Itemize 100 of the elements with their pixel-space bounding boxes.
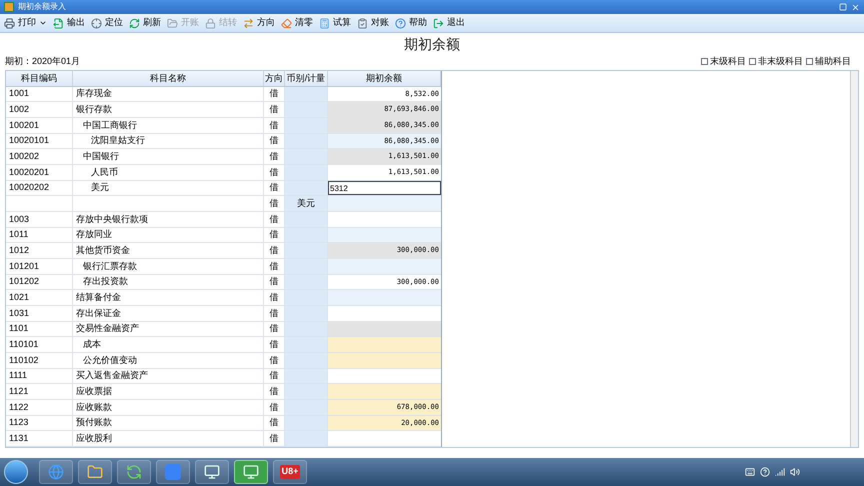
signal-icon[interactable] [775,467,785,477]
direction-cell-text: 借 [270,432,278,446]
volume-icon[interactable] [790,467,800,477]
currency-cell[interactable] [285,306,328,321]
toolbar-button[interactable]: 清零 [281,16,313,30]
direction-cell-text: 借 [270,228,278,242]
account-code: 10020101 [9,134,50,148]
close-button[interactable] [851,2,860,12]
start-button[interactable] [4,460,28,484]
amount-input[interactable]: 5312 [328,181,441,196]
currency-cell[interactable] [285,118,328,133]
keyboard-icon[interactable] [745,467,755,477]
toolbar-button[interactable]: 方向 [243,16,275,30]
export-icon [53,18,64,28]
direction-cell-text: 借 [270,260,278,273]
account-code: 1001 [9,87,30,100]
taskbar-app[interactable] [234,460,268,484]
crosshair-icon [91,18,102,28]
account-code: 101201 [9,260,40,273]
currency-cell[interactable] [285,102,328,118]
currency-cell[interactable]: 美元 [285,196,328,212]
sync-icon [126,464,142,480]
toolbar-button[interactable]: 试算 [319,16,351,30]
direction-cell-text: 借 [270,87,278,100]
account-code: 1003 [9,212,30,226]
toolbar-button[interactable]: 定位 [91,16,123,30]
account-name: 库存现金 [76,87,112,100]
toolbar-button[interactable]: 输出 [53,16,85,30]
account-code: 1131 [9,432,28,446]
direction-cell-text: 借 [270,369,278,382]
account-name: 结算备付金 [76,290,121,304]
direction-cell-text: 借 [270,244,278,257]
calculator-icon [319,18,330,28]
column-header[interactable]: 科目编码 [6,71,73,86]
account-name: 存放同业 [76,228,112,242]
direction-cell-text: 借 [270,150,278,163]
clipboard-icon [357,18,368,28]
currency-cell[interactable] [285,384,328,400]
taskbar-app[interactable]: U8+ [273,460,307,484]
account-code: 1101 [9,322,28,336]
folder-icon [167,18,178,28]
printer-icon [4,18,15,28]
column-header[interactable]: 期初余额 [328,71,441,86]
folder-icon [87,464,103,480]
period-label: 期初：2020年01月 [5,54,80,68]
currency-cell[interactable] [285,368,328,384]
account-name: 预付账款 [76,416,112,430]
account-code: 10020201 [9,166,50,179]
currency-cell[interactable] [285,180,328,196]
account-code: 1121 [9,385,28,398]
eraser-icon [281,18,292,28]
currency-cell[interactable] [285,86,328,102]
currency-cell[interactable] [285,353,328,368]
account-name: 应收票据 [76,385,112,398]
filter-checkbox[interactable]: 辅助科目 [806,54,851,68]
arrows-icon [243,18,254,28]
help-icon[interactable] [760,467,770,477]
filter-checkbox[interactable]: 末级科目 [701,54,746,68]
currency-cell[interactable] [285,259,328,274]
toolbar-button[interactable]: 帮助 [395,16,427,30]
currency-cell[interactable] [285,322,328,336]
account-name: 银行汇票存款 [83,260,137,273]
toolbar-button[interactable]: 对账 [357,16,389,30]
currency-cell[interactable] [285,149,328,164]
caret-icon [39,19,47,27]
currency-cell[interactable] [285,243,328,258]
direction-cell-text: 借 [270,290,278,304]
account-code: 110101 [9,338,38,351]
restore-button[interactable] [839,3,847,11]
currency-cell[interactable] [285,337,328,352]
column-header[interactable]: 币别/计量 [285,71,328,86]
toolbar-button[interactable]: 打印 [4,16,47,30]
monitor-icon [243,464,259,480]
currency-cell[interactable] [285,274,328,290]
toolbar-button[interactable]: 刷新 [129,16,161,30]
monitor-icon [204,464,220,480]
account-name: 买入返售金融资产 [76,369,148,382]
currency-cell[interactable] [285,134,328,148]
currency-cell[interactable] [285,228,328,242]
direction-cell-text: 借 [270,134,278,148]
account-name: 沈阳皇姑支行 [91,134,145,148]
direction-cell-text: 借 [270,338,278,351]
app-icon [4,2,14,12]
scrollbar[interactable] [850,71,858,447]
currency-cell[interactable] [285,416,328,430]
direction-cell-text: 借 [270,181,278,194]
direction-cell-text: 借 [270,416,278,430]
currency-cell[interactable] [285,431,328,446]
account-name: 应收股利 [76,432,112,446]
toolbar-button[interactable]: 退出 [433,16,465,30]
account-name: 存出投资款 [83,275,128,288]
column-header[interactable]: 科目名称 [73,71,264,86]
column-header[interactable]: 方向 [264,71,285,86]
direction-cell-text: 借 [270,306,278,320]
globe-icon [48,464,64,480]
filter-checkbox[interactable]: 非末级科目 [749,54,803,68]
currency-cell[interactable] [285,290,328,306]
currency-cell[interactable] [285,400,328,415]
currency-cell[interactable] [285,165,328,180]
currency-cell[interactable] [285,212,328,227]
